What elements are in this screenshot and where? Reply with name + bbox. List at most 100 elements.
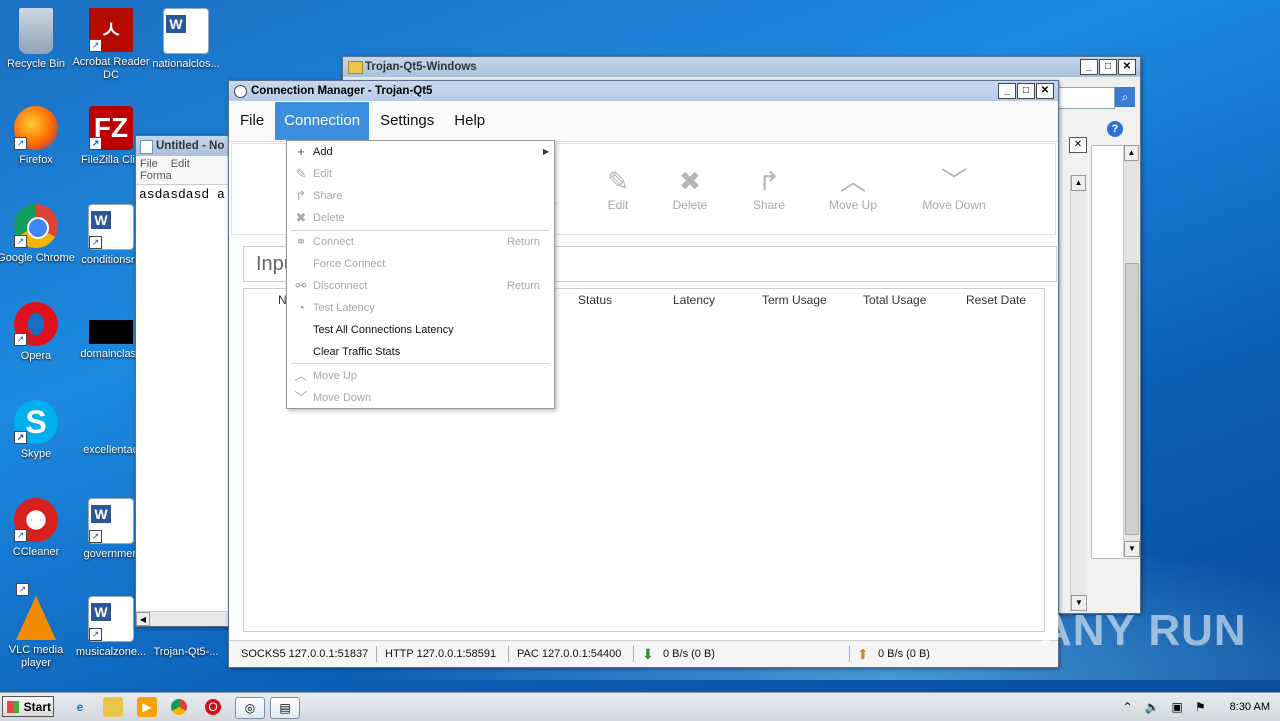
media-player-icon[interactable]: ▶	[137, 697, 157, 717]
scroll-thumb[interactable]	[1125, 263, 1139, 535]
column-header-total-usage[interactable]: Total Usage	[863, 293, 926, 307]
status-separator	[376, 646, 377, 662]
menu-connection[interactable]: Connection	[275, 102, 370, 140]
notepad-menubar: File Edit Forma	[136, 156, 236, 184]
desktop-icon-firefox[interactable]: ↗ Firefox	[0, 106, 75, 167]
vertical-scrollbar[interactable]: ▲ ▼	[1123, 145, 1140, 557]
chrome-taskbar-icon[interactable]	[171, 699, 187, 715]
desktop-icon-acrobat[interactable]: ㅅ ↗ Acrobat Reader DC	[72, 8, 150, 82]
status-separator	[633, 646, 634, 662]
delete-icon: ✖	[679, 166, 701, 196]
minimize-button[interactable]: _	[1080, 59, 1098, 75]
scroll-down-arrow-icon[interactable]: ▼	[1124, 541, 1140, 557]
menu-file[interactable]: File	[231, 102, 273, 140]
scroll-up-arrow-icon[interactable]: ▲	[1071, 175, 1086, 191]
close-button[interactable]: ✕	[1118, 59, 1136, 75]
app-statusbar: SOCKS5 127.0.0.1:51837 HTTP 127.0.0.1:58…	[229, 640, 1058, 667]
explorer-search-box[interactable]	[1058, 87, 1115, 109]
menu-item-test-latency[interactable]: ◔ Test Latency	[287, 297, 554, 319]
menu-help[interactable]: Help	[445, 102, 494, 140]
toolbar-edit-button[interactable]: ✎ Edit	[583, 166, 653, 212]
notepad-menu-file[interactable]: File	[140, 158, 158, 170]
inner-scrollbar[interactable]: ▲ ▼	[1070, 175, 1087, 611]
acrobat-icon: ㅅ ↗	[89, 8, 133, 52]
menu-item-test-all-latency[interactable]: Test All Connections Latency	[287, 319, 554, 341]
app-titlebar[interactable]: Connection Manager - Trojan-Qt5 _ □ ✕	[229, 81, 1058, 101]
minimize-button[interactable]: _	[998, 83, 1016, 99]
menu-item-edit[interactable]: ✎ Edit	[287, 163, 554, 185]
scroll-left-arrow-icon[interactable]: ◀	[136, 612, 150, 626]
start-button[interactable]: Start	[2, 696, 54, 717]
horizontal-scrollbar[interactable]: ◀	[136, 611, 236, 626]
network-icon[interactable]: ▣	[1172, 700, 1183, 714]
menu-item-move-down[interactable]: ﹀ Move Down	[287, 387, 554, 409]
menu-item-share[interactable]: ↱ Share	[287, 185, 554, 207]
column-header-term-usage[interactable]: Term Usage	[762, 293, 827, 307]
close-button[interactable]: ✕	[1036, 83, 1054, 99]
notepad-text-area[interactable]: asdasdasd a	[136, 184, 236, 617]
toolbar-delete-button[interactable]: ✖ Delete	[655, 166, 725, 212]
edit-icon: ✎	[295, 166, 307, 181]
menu-item-force-connect[interactable]: Force Connect	[287, 253, 554, 275]
clock[interactable]: 8:30 AM	[1230, 701, 1270, 713]
menu-item-delete[interactable]: ✖ Delete	[287, 207, 554, 229]
opera-taskbar-icon[interactable]: O	[205, 699, 221, 715]
menu-item-clear-traffic-stats[interactable]: Clear Traffic Stats	[287, 341, 554, 363]
scroll-up-arrow-icon[interactable]: ▲	[1124, 145, 1139, 161]
menu-separator	[291, 363, 550, 364]
column-header-reset-date[interactable]: Reset Date	[966, 293, 1026, 307]
unlink-icon: ⚯	[295, 278, 307, 293]
help-icon[interactable]: ?	[1107, 121, 1123, 137]
desktop-icon-trojan-qt5[interactable]: Trojan-Qt5-...	[147, 646, 225, 659]
toolbar-share-button[interactable]: ↱ Share	[734, 166, 804, 212]
notepad-window[interactable]: Untitled - No File Edit Forma asdasdasd …	[135, 135, 237, 627]
notepad-taskbar-button[interactable]: ▤	[270, 697, 300, 719]
internet-explorer-icon[interactable]: e	[70, 697, 90, 717]
gauge-icon: ◔	[297, 300, 305, 315]
desktop-icon-skype[interactable]: S ↗ Skype	[0, 400, 75, 461]
search-icon[interactable]: ⌕	[1115, 87, 1135, 107]
toolbar-move-up-button[interactable]: ︿ Move Up	[818, 166, 888, 212]
file-explorer-icon[interactable]	[103, 697, 123, 717]
status-separator	[508, 646, 509, 662]
desktop-icon-chrome[interactable]: ↗ Google Chrome	[0, 204, 75, 265]
desktop-icon-ccleaner[interactable]: ↗ CCleaner	[0, 498, 75, 559]
menu-item-connect[interactable]: ⚭ Connect Return	[287, 231, 554, 253]
status-upload-speed: 0 B/s (0 B)	[878, 648, 930, 660]
chevron-down-icon: ﹀	[294, 390, 308, 405]
menu-item-disconnect[interactable]: ⚯ Disconnect Return	[287, 275, 554, 297]
desktop-icon-vlc[interactable]: ↗ VLC media player	[0, 583, 75, 670]
menu-item-add[interactable]: + Add ▶	[287, 141, 554, 163]
menu-settings[interactable]: Settings	[371, 102, 443, 140]
desktop-icon-opera[interactable]: ↗ Opera	[0, 302, 75, 363]
recycle-bin-icon	[19, 8, 53, 54]
desktop-icon-recycle-bin[interactable]: Recycle Bin	[0, 8, 75, 71]
notepad-menu-format[interactable]: Forma	[140, 170, 172, 182]
status-socks: SOCKS5 127.0.0.1:51837	[241, 648, 369, 660]
windows-logo-icon	[7, 701, 19, 713]
column-header-latency[interactable]: Latency	[673, 293, 715, 307]
status-separator	[849, 646, 850, 662]
anyrun-watermark: ANY RUN	[1040, 606, 1247, 655]
close-pane-button[interactable]: ✕	[1069, 137, 1087, 153]
status-http: HTTP 127.0.0.1:58591	[385, 648, 497, 660]
column-header-status[interactable]: Status	[578, 293, 612, 307]
word-document-icon: W ↗	[88, 596, 134, 642]
notepad-titlebar[interactable]: Untitled - No	[136, 136, 236, 156]
explorer-titlebar[interactable]: Trojan-Qt5-Windows _ □ ✕	[343, 57, 1140, 77]
maximize-button[interactable]: □	[1099, 59, 1117, 75]
word-document-icon: W ↗	[88, 498, 134, 544]
notepad-menu-edit[interactable]: Edit	[171, 158, 190, 170]
toolbar-move-down-button[interactable]: ﹀ Move Down	[912, 166, 996, 212]
ccleaner-icon: ↗	[14, 498, 58, 542]
filezilla-icon: FZ ↗	[89, 106, 133, 150]
desktop-icon-word-doc-4[interactable]: W nationalclos...	[147, 8, 225, 71]
status-pac: PAC 127.0.0.1:54400	[517, 648, 622, 660]
volume-icon[interactable]: 🔈	[1145, 700, 1160, 714]
show-hidden-icons-icon[interactable]: ⌃	[1123, 700, 1133, 714]
trojan-qt5-taskbar-button[interactable]: ◎	[235, 697, 265, 719]
maximize-button[interactable]: □	[1017, 83, 1035, 99]
chevron-down-icon: ﹀	[940, 166, 967, 196]
menu-item-move-up[interactable]: ︿ Move Up	[287, 365, 554, 387]
action-center-flag-icon[interactable]: ⚑	[1195, 700, 1206, 714]
